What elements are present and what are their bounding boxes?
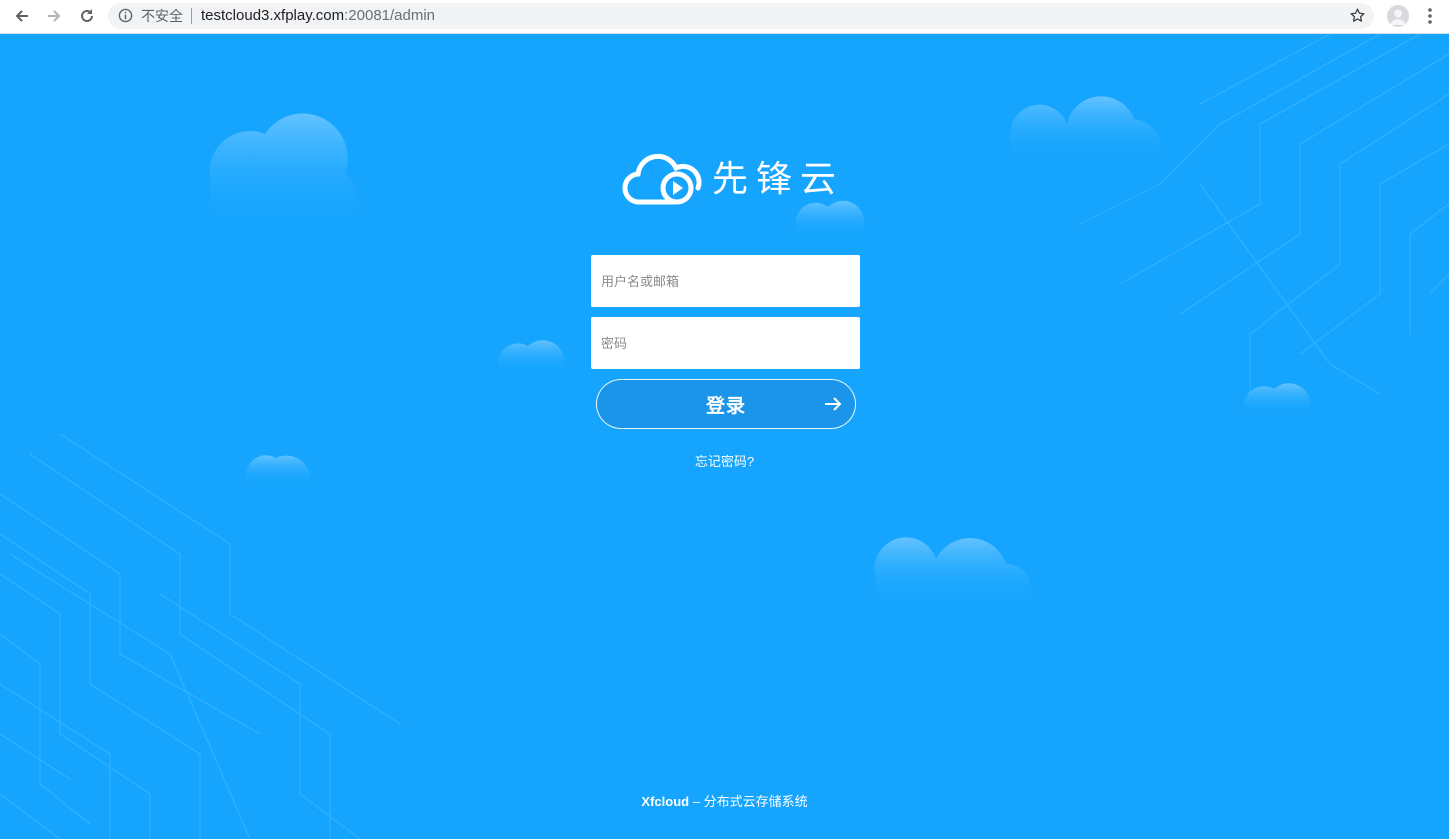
forgot-password-link[interactable]: 忘记密码?: [695, 454, 754, 469]
info-icon[interactable]: [118, 8, 133, 28]
cloud-play-icon: [622, 153, 702, 205]
forward-icon[interactable]: [42, 4, 66, 28]
footer-tagline: 分布式云存储系统: [703, 794, 808, 809]
password-input[interactable]: [591, 317, 860, 369]
forgot-password-row: 忘记密码?: [0, 451, 1449, 470]
url-text[interactable]: testcloud3.xfplay.com:20081/admin: [201, 7, 435, 25]
circuit-lines-left: [0, 433, 401, 839]
footer-separator: –: [689, 794, 704, 809]
circuit-lines-right: [1079, 34, 1449, 395]
username-input[interactable]: [591, 255, 860, 307]
footer-brand: Xfcloud: [641, 794, 690, 809]
login-button[interactable]: 登录: [596, 379, 856, 429]
browser-toolbar: 不安全 testcloud3.xfplay.com:20081/admin: [0, 0, 1449, 34]
security-status: 不安全: [141, 8, 192, 24]
logo: 先锋云: [620, 150, 844, 210]
star-icon[interactable]: [1349, 7, 1366, 29]
arrow-right-icon: [823, 394, 843, 419]
login-button-label: 登录: [705, 395, 746, 417]
url-path: :20081/admin: [344, 7, 436, 24]
profile-icon[interactable]: [1387, 5, 1409, 27]
reload-icon[interactable]: [75, 4, 99, 28]
back-icon[interactable]: [10, 4, 34, 28]
menu-icon[interactable]: [1420, 6, 1440, 31]
address-bar[interactable]: 不安全 testcloud3.xfplay.com:20081/admin: [108, 3, 1374, 29]
footer: Xfcloud – 分布式云存储系统: [0, 791, 1449, 810]
logo-text: 先锋云: [712, 159, 845, 200]
url-host: testcloud3.xfplay.com: [201, 7, 345, 24]
